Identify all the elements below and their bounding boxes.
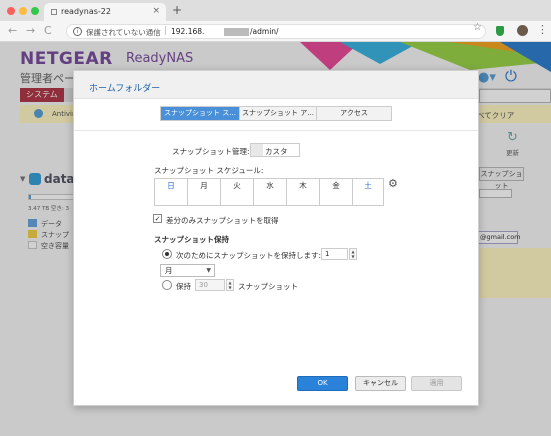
toggle-square	[251, 144, 263, 156]
retain-count-stepper[interactable]: ▲ ▼	[226, 279, 234, 291]
home-folder-dialog: ホームフォルダー スナップショット ス... スナップショット ア... アクセ…	[73, 70, 479, 406]
address-bar[interactable]: i 保護されていない通信 | 192.168. /admin/	[66, 24, 486, 39]
snapshot-management-label: スナップショット管理:	[172, 147, 250, 156]
browser-tab-strip: readynas-22 × +	[0, 0, 551, 21]
window-minimize-button[interactable]	[19, 7, 27, 15]
bookmark-star-icon[interactable]: ☆	[473, 22, 482, 33]
day-sunday[interactable]: 日	[155, 179, 188, 205]
day-wednesday[interactable]: 水	[254, 179, 287, 205]
schedule-day-selector: 日 月 火 水 木 金 土	[154, 178, 384, 206]
tab-snapshot-settings[interactable]: スナップショット ス...	[161, 107, 239, 120]
diff-only-label: 差分のみスナップショットを取得	[166, 216, 279, 225]
retain-period-input[interactable]: 1	[321, 248, 348, 260]
extension-shield-icon[interactable]	[496, 26, 504, 36]
browser-menu-icon[interactable]: ⋮	[537, 23, 548, 36]
day-tuesday[interactable]: 火	[221, 179, 254, 205]
retain-count-suffix: スナップショット	[238, 282, 298, 291]
retain-count-input[interactable]: 30	[195, 279, 225, 291]
reload-icon[interactable]: C	[44, 25, 52, 37]
window-close-button[interactable]	[7, 7, 15, 15]
dialog-title: ホームフォルダー	[89, 84, 161, 94]
snapshot-management-value: カスタ	[265, 147, 288, 156]
tab-title: readynas-22	[61, 7, 111, 16]
url-prefix: 192.168.	[171, 27, 205, 36]
profile-avatar-icon[interactable]	[517, 25, 528, 36]
window-zoom-button[interactable]	[31, 7, 39, 15]
retain-unit-value: 月	[165, 266, 173, 275]
url-redaction	[224, 28, 249, 36]
retain-count-prefix: 保持	[176, 282, 191, 291]
tab-snapshot-access[interactable]: スナップショット ア...	[240, 107, 316, 120]
dialog-header: ホームフォルダー	[74, 71, 478, 99]
browser-tab[interactable]: readynas-22 ×	[44, 3, 166, 21]
url-separator: |	[164, 26, 168, 36]
retain-period-stepper[interactable]: ▲ ▼	[349, 248, 357, 260]
snapshot-management-select[interactable]: カスタ	[250, 143, 300, 157]
ok-button[interactable]: OK	[297, 376, 348, 391]
schedule-settings-gear-icon[interactable]: ⚙	[388, 177, 398, 190]
tab-access[interactable]: アクセス	[317, 107, 391, 120]
page-favicon-icon	[51, 9, 57, 15]
retain-count-radio[interactable]	[162, 280, 172, 290]
retention-title: スナップショット保持	[154, 235, 229, 244]
divider	[74, 130, 478, 131]
url-suffix: /admin/	[250, 27, 279, 36]
browser-toolbar: ← → C i 保護されていない通信 | 192.168. /admin/ ☆ …	[0, 21, 551, 42]
day-thursday[interactable]: 木	[287, 179, 320, 205]
new-tab-button[interactable]: +	[172, 3, 182, 17]
chevron-down-icon: ▼	[206, 267, 211, 274]
diff-only-checkbox[interactable]: ✓	[153, 214, 162, 223]
day-friday[interactable]: 金	[320, 179, 353, 205]
apply-button[interactable]: 適用	[411, 376, 462, 391]
day-saturday[interactable]: 土	[353, 179, 383, 205]
dialog-tab-bar: スナップショット ス... スナップショット ア... アクセス	[160, 106, 392, 121]
tab-close-icon[interactable]: ×	[152, 6, 160, 16]
snapshot-schedule-label: スナップショット スケジュール:	[154, 166, 264, 175]
forward-arrow-icon[interactable]: →	[26, 25, 35, 37]
retain-unit-select[interactable]: 月 ▼	[160, 264, 215, 277]
info-icon[interactable]: i	[73, 27, 82, 36]
security-status-text: 保護されていない通信	[86, 28, 161, 37]
cancel-button[interactable]: キャンセル	[355, 376, 406, 391]
back-arrow-icon[interactable]: ←	[8, 25, 17, 37]
retain-period-radio[interactable]	[162, 249, 172, 259]
retain-period-label: 次のためにスナップショットを保持します:	[176, 251, 322, 260]
day-monday[interactable]: 月	[188, 179, 221, 205]
